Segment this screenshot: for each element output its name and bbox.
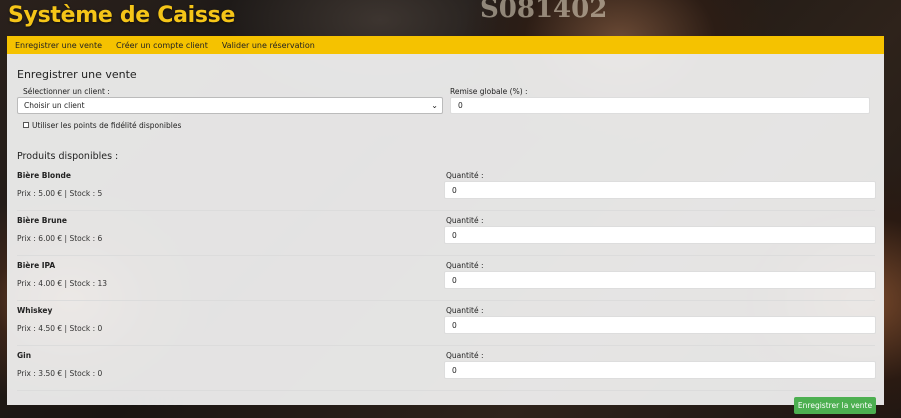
discount-value: 0 [458,101,463,110]
quantity-input[interactable]: 0 [444,361,876,379]
nav-item-validate-reservation[interactable]: Valider une réservation [222,41,315,50]
loyalty-checkbox[interactable] [23,122,29,128]
product-name: Bière Brune [17,216,67,225]
quantity-value: 0 [452,275,457,285]
nav-item-create-account[interactable]: Créer un compte client [116,41,208,50]
quantity-input[interactable]: 0 [444,316,876,334]
quantity-label: Quantité : [446,261,484,270]
client-select[interactable]: Choisir un client ⌄ [17,97,443,114]
quantity-input[interactable]: 0 [444,271,876,289]
submit-sale-button[interactable]: Enregistrer la vente [794,397,876,414]
product-name: Bière IPA [17,261,56,270]
row-divider [17,390,875,391]
form-title: Enregistrer une vente [17,68,137,81]
row-divider [17,255,875,256]
product-info: Prix : 4.50 € | Stock : 0 [17,324,103,333]
product-name: Bière Blonde [17,171,72,180]
discount-input[interactable]: 0 [450,97,870,114]
quantity-value: 0 [452,230,457,240]
quantity-value: 0 [452,185,457,195]
sale-form-panel: Enregistrer une vente Sélectionner un cl… [7,54,884,405]
quantity-label: Quantité : [446,351,484,360]
row-divider [17,300,875,301]
quantity-label: Quantité : [446,216,484,225]
quantity-label: Quantité : [446,306,484,315]
quantity-value: 0 [452,320,457,330]
quantity-label: Quantité : [446,171,484,180]
product-info: Prix : 5.00 € | Stock : 5 [17,189,103,198]
loyalty-label: Utiliser les points de fidélité disponib… [32,121,182,130]
row-divider [17,210,875,211]
client-select-value: Choisir un client [24,101,85,110]
background-barrel-text: S081402 [480,0,608,24]
app-title: Système de Caisse [8,3,236,28]
chevron-down-icon: ⌄ [431,101,438,110]
quantity-value: 0 [452,365,457,375]
product-info: Prix : 4.00 € | Stock : 13 [17,279,108,288]
top-nav: Enregistrer une vente Créer un compte cl… [7,36,884,54]
product-info: Prix : 3.50 € | Stock : 0 [17,369,103,378]
quantity-input[interactable]: 0 [444,226,876,244]
discount-label: Remise globale (%) : [450,87,528,96]
product-name: Whiskey [17,306,53,315]
product-name: Gin [17,351,32,360]
row-divider [17,345,875,346]
nav-item-record-sale[interactable]: Enregistrer une vente [15,41,102,50]
products-title: Produits disponibles : [17,151,119,162]
quantity-input[interactable]: 0 [444,181,876,199]
product-info: Prix : 6.00 € | Stock : 6 [17,234,103,243]
client-label: Sélectionner un client : [23,87,110,96]
